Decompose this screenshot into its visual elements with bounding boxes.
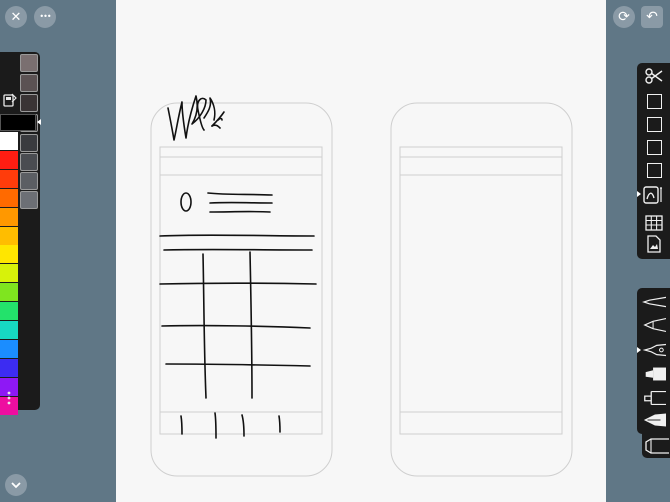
- table-tool[interactable]: [642, 213, 666, 233]
- eraser-tool[interactable]: [642, 434, 670, 458]
- tone-swatch[interactable]: [20, 74, 38, 92]
- color-swatch[interactable]: [0, 264, 18, 283]
- color-swatch[interactable]: [0, 207, 18, 226]
- phone-template-left: [150, 102, 333, 477]
- refresh-button[interactable]: ⟳: [613, 6, 635, 28]
- frame-tool-2[interactable]: [642, 114, 666, 134]
- ballpoint-icon: [643, 317, 666, 333]
- highlighter-tool[interactable]: [642, 388, 666, 408]
- marker-tool[interactable]: [642, 364, 666, 384]
- marker-icon: [645, 367, 666, 381]
- frame-1-icon: [646, 93, 662, 109]
- frame-2-icon: [646, 116, 662, 132]
- color-swatch[interactable]: [0, 188, 18, 207]
- undo-icon: ↶: [646, 9, 658, 25]
- highlighter-icon: [644, 390, 666, 406]
- frame-3-icon: [646, 139, 662, 155]
- collapse-button[interactable]: [5, 474, 27, 496]
- pen-tool-caret: [637, 347, 641, 353]
- palette-more-icon[interactable]: [6, 390, 12, 406]
- color-swatch[interactable]: [0, 245, 18, 264]
- scissors-icon: [645, 68, 663, 84]
- template-tool-caret: [637, 191, 641, 197]
- pen-shape-tool[interactable]: [642, 185, 666, 205]
- undo-button[interactable]: ↶: [641, 6, 663, 28]
- close-icon: ✕: [10, 9, 22, 25]
- fountain-pen-icon: [643, 413, 666, 427]
- pen-tools-panel: [637, 288, 670, 434]
- color-palette: [0, 52, 41, 415]
- eraser-icon: [645, 438, 669, 454]
- phone-template-right: [390, 102, 573, 477]
- fountain-pen-tool[interactable]: [642, 410, 666, 430]
- frame-tool-4[interactable]: [642, 160, 666, 180]
- selected-color-swatch[interactable]: [0, 114, 36, 131]
- pen-shape-icon: [643, 186, 662, 204]
- color-swatch[interactable]: [0, 169, 18, 188]
- palette-picker-icon[interactable]: [2, 92, 18, 108]
- selected-color-caret: [37, 119, 41, 125]
- scissors-tool[interactable]: [642, 66, 666, 86]
- table-icon: [645, 215, 663, 231]
- color-swatch[interactable]: [0, 283, 18, 302]
- close-button[interactable]: ✕: [5, 6, 27, 28]
- sketch-layer: [150, 95, 573, 477]
- color-swatch[interactable]: [0, 321, 18, 339]
- more-icon: •••: [39, 12, 51, 21]
- color-swatch[interactable]: [0, 339, 18, 358]
- tone-swatch[interactable]: [20, 153, 38, 171]
- frame-tool-3[interactable]: [642, 137, 666, 157]
- tone-swatch[interactable]: [20, 134, 38, 152]
- frame-4-icon: [646, 162, 662, 178]
- frame-tool-1[interactable]: [642, 91, 666, 111]
- color-swatch[interactable]: [0, 132, 18, 150]
- template-tools-panel: [637, 63, 670, 259]
- drawing-canvas[interactable]: [116, 0, 606, 502]
- tone-swatch[interactable]: [20, 54, 38, 72]
- color-swatch[interactable]: [0, 302, 18, 321]
- color-swatch[interactable]: [0, 358, 18, 377]
- tone-swatch[interactable]: [20, 94, 38, 112]
- image-doc-tool[interactable]: [642, 234, 666, 254]
- tone-swatch[interactable]: [20, 172, 38, 190]
- color-swatch[interactable]: [0, 226, 18, 245]
- color-swatch[interactable]: [0, 150, 18, 169]
- brush-pen-icon: [642, 343, 666, 357]
- brush-pen-tool[interactable]: [642, 340, 666, 360]
- image-doc-icon: [647, 235, 661, 253]
- more-button[interactable]: •••: [34, 6, 56, 28]
- ballpoint-tool[interactable]: [642, 315, 666, 335]
- fineliner-icon: [642, 296, 666, 308]
- tone-swatch[interactable]: [20, 191, 38, 209]
- fineliner-tool[interactable]: [642, 292, 666, 312]
- refresh-icon: ⟳: [618, 9, 630, 25]
- chevron-down-icon: [11, 482, 21, 489]
